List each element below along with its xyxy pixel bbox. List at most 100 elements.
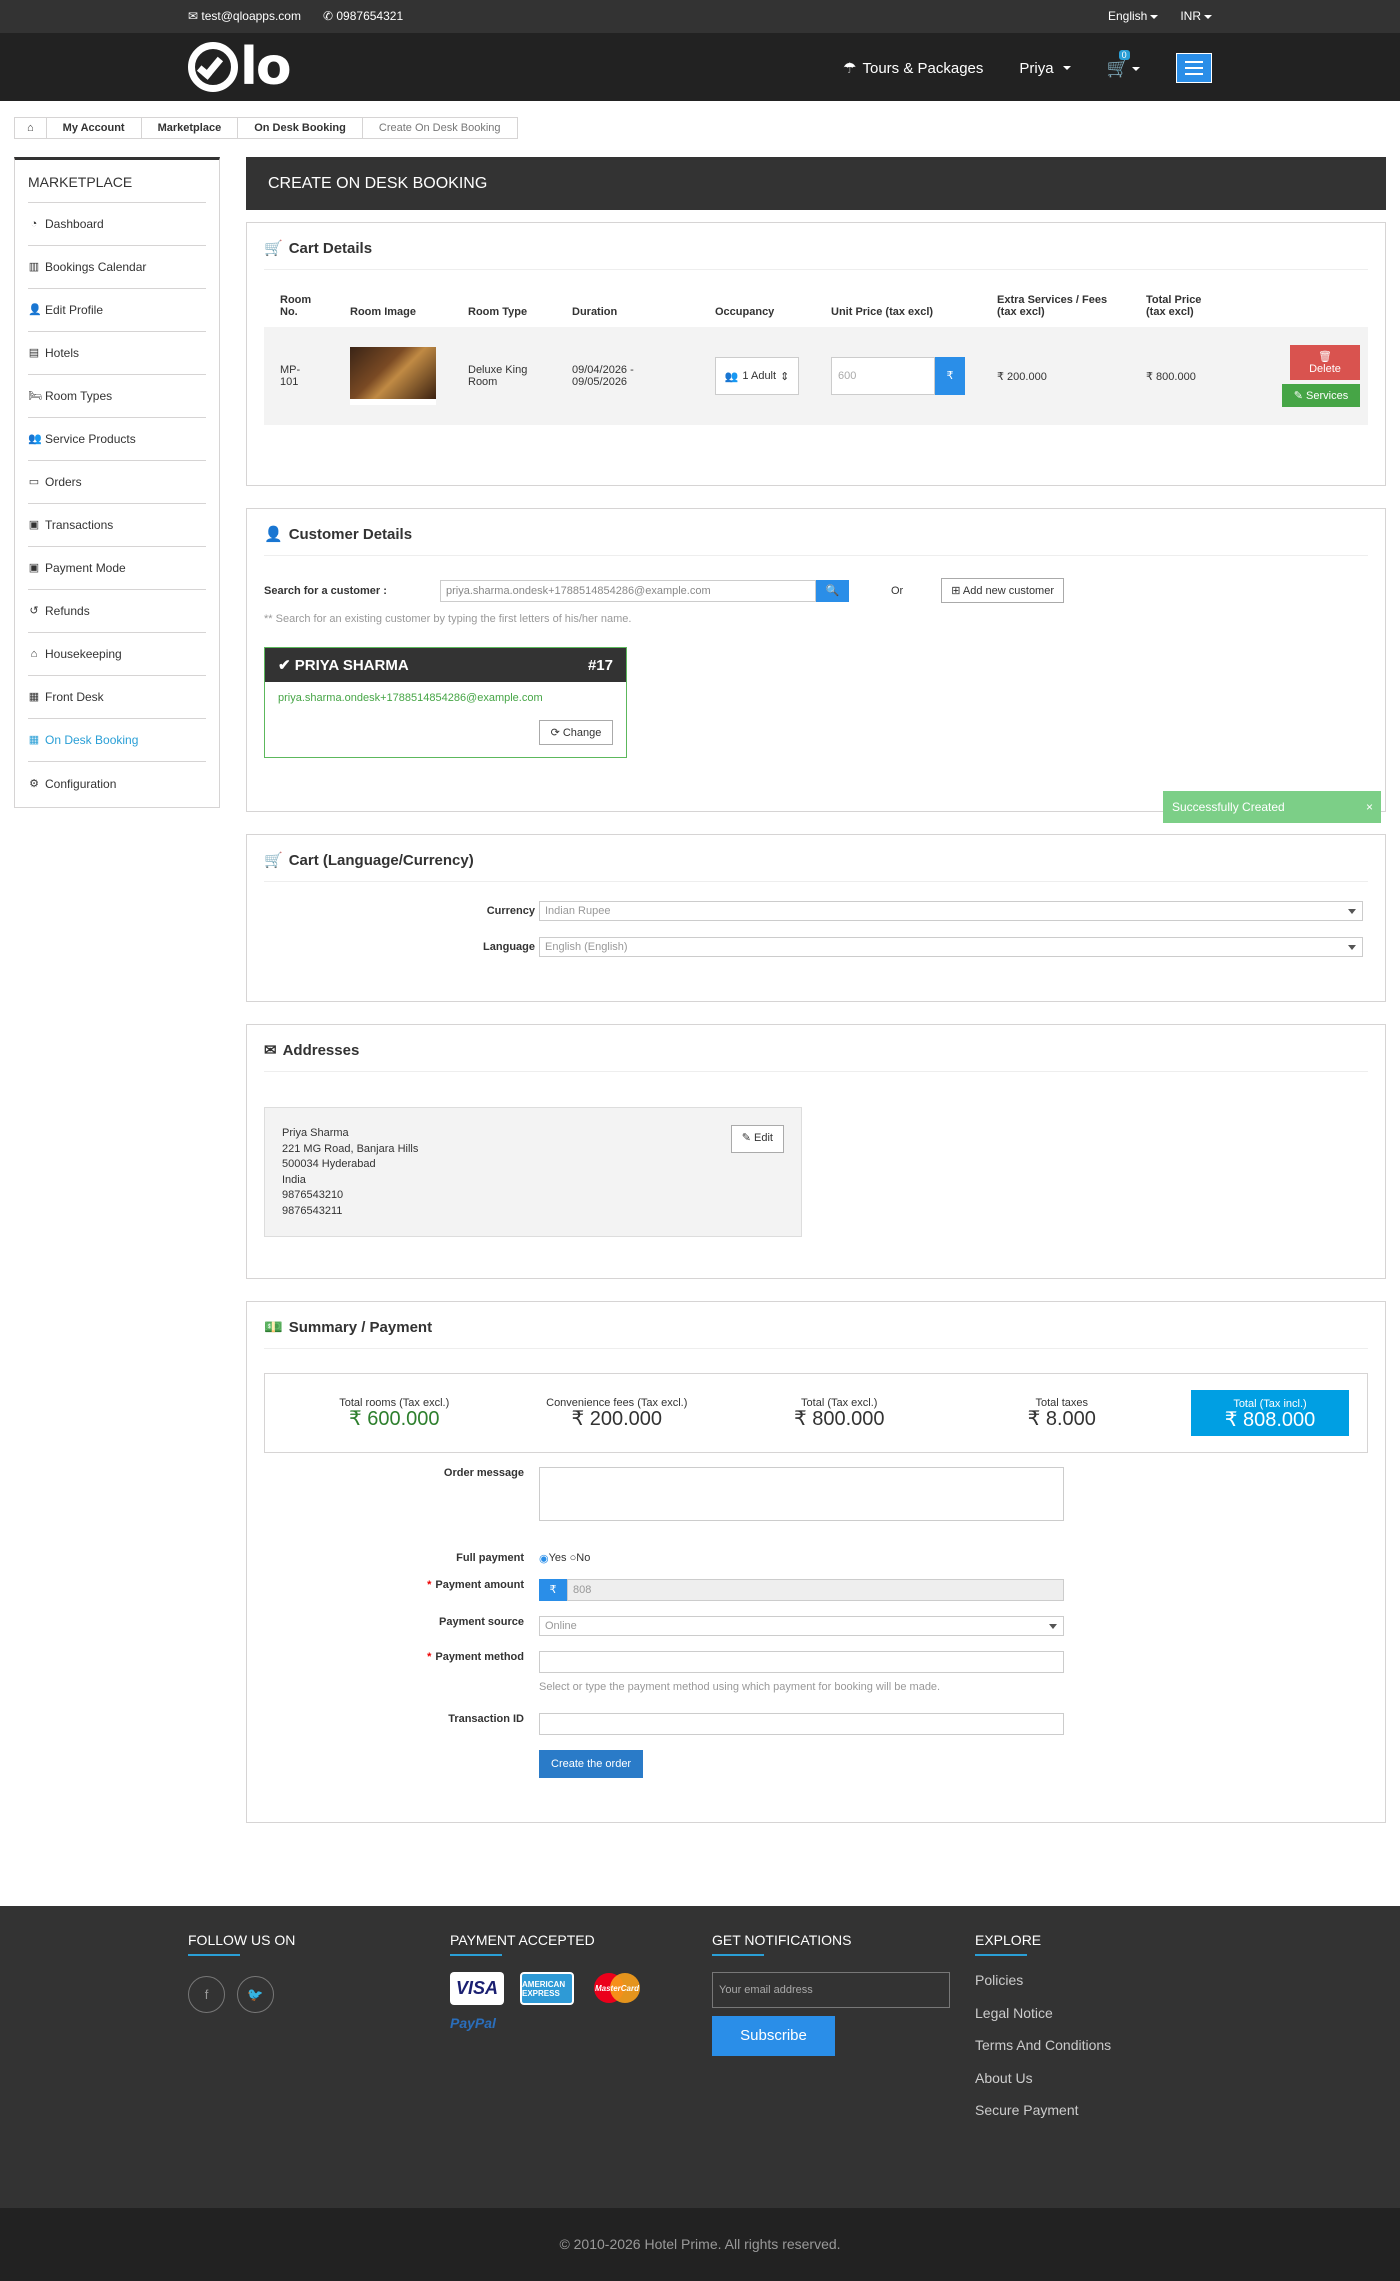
add-new-customer-button[interactable]: ⊞ Add new customer [941,578,1065,603]
sidebar-item-label: Refunds [45,604,90,618]
sidebar-item-hotels[interactable]: ▤ Hotels [28,332,206,375]
logo-text: lo [240,37,292,97]
twitter-icon[interactable]: 🐦 [237,1976,274,2013]
top-bar: ✉ test@qloapps.com ✆ 0987654321 English … [0,0,1400,33]
facebook-icon[interactable]: f [188,1976,225,2013]
full-payment-no-radio[interactable]: ○ [570,1552,577,1564]
total-tax-excl: Total (Tax excl.) ₹ 800.000 [793,1397,885,1430]
sidebar-item-room-types[interactable]: 🛏 Room Types [28,375,206,418]
payment-amount-input[interactable]: 808 [567,1579,1064,1601]
language-select[interactable]: English (English) [539,937,1363,957]
bar-chart-icon: ▥ [28,261,40,273]
logo[interactable]: lo [188,37,292,97]
occupancy-dropdown[interactable]: 👥 1 Adult ⇕ [715,357,799,395]
users-icon: 👥 [724,370,739,383]
refresh-icon: ⟳ [550,727,560,739]
sidebar-item-label: Dashboard [45,217,104,231]
payment-method-input[interactable] [539,1651,1064,1673]
summary-panel: 💵 Summary / Payment Total rooms (Tax excl… [246,1301,1386,1823]
customer-search-input[interactable]: priya.sharma.ondesk+1788514854286@exampl… [440,579,816,602]
currency-select[interactable]: Indian Rupee [539,901,1363,921]
sidebar-item-label: Configuration [45,776,117,791]
sidebar-item-payment-mode[interactable]: ▣ Payment Mode [28,547,206,590]
sidebar-item-service-products[interactable]: 👥 Service Products [28,418,206,461]
sidebar-item-refunds[interactable]: ↺ Refunds [28,590,206,633]
total-tax-incl: Total (Tax incl.) ₹ 808.000 [1191,1390,1349,1436]
main-content: CREATE ON DESK BOOKING 🛒 Cart Details Roo… [246,157,1386,1823]
services-button[interactable]: ✎ Services [1282,384,1360,407]
breadcrumb-item[interactable]: My Account [47,118,142,138]
payment-amount-label: Payment amount [435,1579,524,1591]
menu-toggle-button[interactable] [1176,53,1212,83]
lang-title: Cart (Language/Currency) [288,851,474,869]
cart-button[interactable]: 🛒 0 [1107,49,1140,79]
footer-link[interactable]: Terms And Conditions [975,2037,1111,2070]
site-header: lo ☂ Tours & Packages Priya 🛒 0 [0,33,1400,101]
full-payment-yes-radio[interactable]: ◉ [539,1552,549,1565]
contact-email[interactable]: ✉ test@qloapps.com [188,9,301,23]
order-message-textarea[interactable] [539,1467,1064,1521]
col-header: Occupancy [715,306,775,318]
col-header: Extra Services / Fees (tax excl) [997,294,1108,318]
currency-label: Currency [486,905,535,917]
change-customer-button[interactable]: ⟳ Change [539,720,613,745]
gear-icon: ⚙ [29,777,39,790]
chevron-down-icon [1150,14,1159,19]
subscribe-button[interactable]: Subscribe [712,2016,835,2056]
umbrella-icon: ☂ [843,60,857,77]
sidebar-item-edit-profile[interactable]: 👤 Edit Profile [28,289,206,332]
nav-tours[interactable]: ☂ Tours & Packages [843,59,983,78]
payment-source-select[interactable]: Online [539,1616,1064,1636]
sidebar-item-orders[interactable]: ▭ Orders [28,461,206,504]
footer-link[interactable]: Policies [975,1972,1111,2005]
sidebar-item-front-desk[interactable]: ▦ Front Desk [28,676,206,719]
currency-dropdown[interactable]: INR [1180,9,1212,23]
footer-link[interactable]: Secure Payment [975,2102,1111,2135]
col-header: Total Price (tax excl) [1146,294,1202,318]
calendar-icon: ▦ [28,734,40,746]
transaction-id-input[interactable] [539,1713,1064,1735]
address-line: 221 MG Road, Banjara Hills [282,1142,419,1155]
paypal-icon: PayPal [450,2015,496,2031]
language-dropdown[interactable]: English [1108,9,1159,23]
convenience-fees: Convenience fees (Tax excl.) ₹ 200.000 [546,1397,688,1430]
notifications-heading: GET NOTIFICATIONS [712,1932,950,1956]
contact-phone[interactable]: ✆ 0987654321 [323,9,403,23]
summary-title: Summary / Payment [288,1318,433,1336]
footer-link[interactable]: Legal Notice [975,2005,1111,2038]
page-title: CREATE ON DESK BOOKING [246,157,1386,210]
pencil-icon: ✎ [1293,390,1303,402]
unit-price-input[interactable]: 600 [831,357,935,395]
address-line: Priya Sharma [282,1127,349,1139]
sort-icon: ⇕ [780,370,790,383]
sidebar-item-configuration[interactable]: ⚙ Configuration [28,762,206,805]
sidebar-item-bookings-calendar[interactable]: ▥ Bookings Calendar [28,246,206,289]
create-order-button[interactable]: Create the order [539,1750,644,1778]
sidebar-item-dashboard[interactable]: ◔ Dashboard [28,203,206,246]
close-icon[interactable]: × [1366,791,1373,823]
newsletter-email-input[interactable]: Your email address [712,1972,950,2008]
mastercard-icon: MasterCard [590,1972,644,2005]
sidebar-item-label: Bookings Calendar [45,260,147,274]
sidebar-item-transactions[interactable]: ▣ Transactions [28,504,206,547]
user-menu[interactable]: Priya [1019,60,1071,77]
breadcrumb-item[interactable]: Marketplace [142,118,239,138]
room-image[interactable] [350,347,436,405]
order-message-label: Order message [443,1467,524,1479]
desk-icon: ▦ [28,691,40,703]
search-button[interactable]: 🔍 [816,579,849,602]
envelope-icon: ✉ [264,1042,277,1059]
edit-address-button[interactable]: ✎ Edit [730,1125,784,1153]
footer-link[interactable]: About Us [975,2070,1111,2103]
breadcrumb-home[interactable]: ⌂ [15,118,47,138]
chevron-down-icon [1132,66,1140,71]
sidebar-item-on-desk-booking[interactable]: ▦ On Desk Booking [28,719,206,762]
sidebar-item-housekeeping[interactable]: ⌂ Housekeeping [28,633,206,676]
check-icon: ✔ [278,657,291,674]
logo-check-icon [188,42,238,92]
payment-source-label: Payment source [439,1616,524,1628]
address-line: India [282,1173,306,1186]
chevron-down-icon [1204,14,1212,19]
breadcrumb-item[interactable]: On Desk Booking [238,118,363,138]
delete-button[interactable]: 🗑 Delete [1290,345,1360,380]
